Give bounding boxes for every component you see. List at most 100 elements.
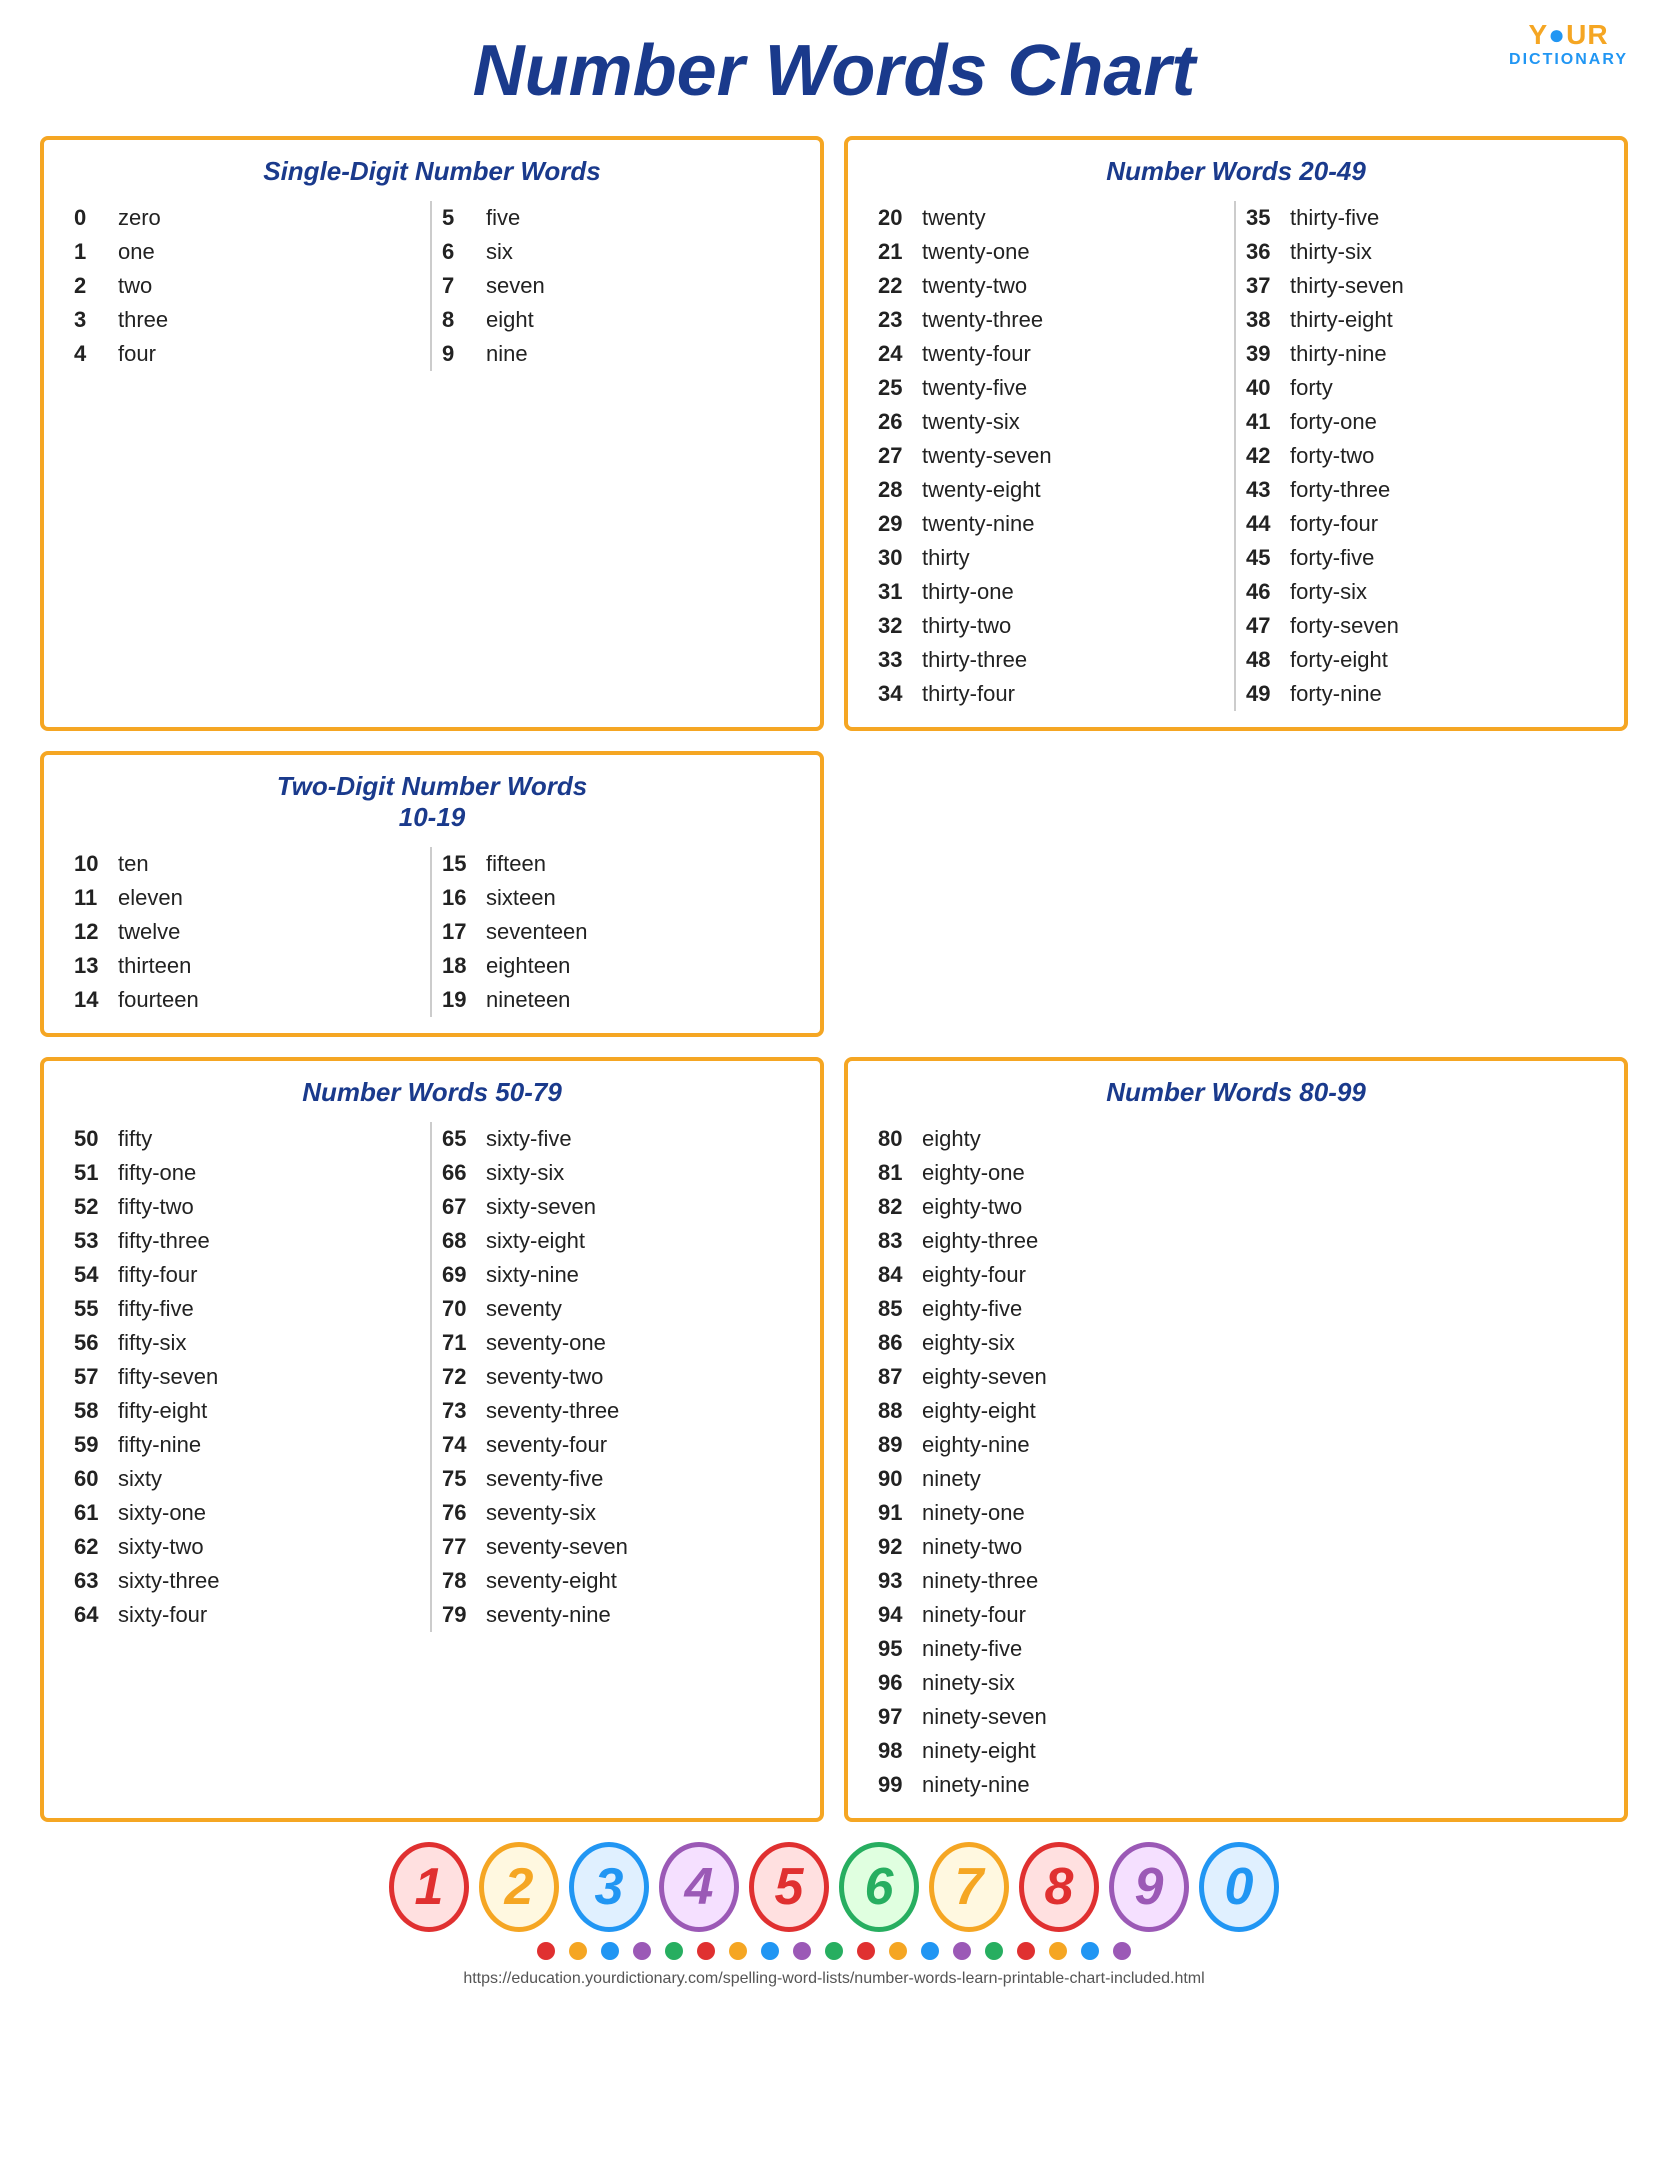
number: 20 <box>878 205 910 231</box>
word: sixty-two <box>118 1534 204 1560</box>
number: 32 <box>878 613 910 639</box>
dot <box>921 1942 939 1960</box>
number: 68 <box>442 1228 474 1254</box>
list-item: 50fifty <box>74 1122 420 1156</box>
word: eighty-five <box>922 1296 1022 1322</box>
word: fourteen <box>118 987 199 1013</box>
number: 57 <box>74 1364 106 1390</box>
list-item: 90ninety <box>878 1462 1594 1496</box>
word: twelve <box>118 919 180 945</box>
dot <box>1049 1942 1067 1960</box>
word: thirteen <box>118 953 191 979</box>
decorative-numbers: 1234567890 <box>40 1842 1628 1932</box>
list-item: 59fifty-nine <box>74 1428 420 1462</box>
list-item: 6six <box>442 235 790 269</box>
list-item: 45forty-five <box>1246 541 1594 575</box>
number: 52 <box>74 1194 106 1220</box>
single-digit-right-col: 5five6six7seven8eight9nine <box>432 201 800 371</box>
list-item: 48forty-eight <box>1246 643 1594 677</box>
number: 38 <box>1246 307 1278 333</box>
number: 36 <box>1246 239 1278 265</box>
word: thirty-two <box>922 613 1011 639</box>
list-item: 76 seventy-six <box>442 1496 790 1530</box>
list-item: 72seventy-two <box>442 1360 790 1394</box>
list-item: 74seventy-four <box>442 1428 790 1462</box>
word: thirty-four <box>922 681 1015 707</box>
list-item: 4four <box>74 337 420 371</box>
word: eighteen <box>486 953 570 979</box>
number: 8 <box>442 307 474 333</box>
number: 16 <box>442 885 474 911</box>
list-item: 2two <box>74 269 420 303</box>
word: ten <box>118 851 149 877</box>
word: sixty-four <box>118 1602 207 1628</box>
word: forty-eight <box>1290 647 1388 673</box>
list-item: 80eighty <box>878 1122 1594 1156</box>
number: 51 <box>74 1160 106 1186</box>
word: thirty-nine <box>1290 341 1387 367</box>
list-item: 3three <box>74 303 420 337</box>
decorative-digit: 6 <box>839 1842 919 1932</box>
list-item: 38thirty-eight <box>1246 303 1594 337</box>
number: 55 <box>74 1296 106 1322</box>
list-item: 18eighteen <box>442 949 790 983</box>
word: sixteen <box>486 885 556 911</box>
word: thirty-five <box>1290 205 1379 231</box>
word: forty-five <box>1290 545 1374 571</box>
word: forty <box>1290 375 1333 401</box>
word: eight <box>486 307 534 333</box>
list-item: 37thirty-seven <box>1246 269 1594 303</box>
word: eighty-eight <box>922 1398 1036 1424</box>
list-item: 8 eight <box>442 303 790 337</box>
number: 88 <box>878 1398 910 1424</box>
list-item: 19nineteen <box>442 983 790 1017</box>
word: fifty-three <box>118 1228 210 1254</box>
word: seventy-six <box>486 1500 596 1526</box>
two-digit-left-col: 10ten11eleven12twelve13thirteen14fourtee… <box>64 847 432 1017</box>
list-item: 66sixty-six <box>442 1156 790 1190</box>
list-item: 84eighty-four <box>878 1258 1594 1292</box>
word: eighty-six <box>922 1330 1015 1356</box>
word: sixty-seven <box>486 1194 596 1220</box>
list-item: 82eighty-two <box>878 1190 1594 1224</box>
number: 91 <box>878 1500 910 1526</box>
word: twenty-six <box>922 409 1020 435</box>
list-item: 64sixty-four <box>74 1598 420 1632</box>
word: twenty-three <box>922 307 1043 333</box>
word: forty-seven <box>1290 613 1399 639</box>
number: 66 <box>442 1160 474 1186</box>
logo-dictionary: DICTIONARY <box>1509 51 1628 69</box>
number: 14 <box>74 987 106 1013</box>
number: 58 <box>74 1398 106 1424</box>
number: 82 <box>878 1194 910 1220</box>
word: twenty-eight <box>922 477 1041 503</box>
number: 98 <box>878 1738 910 1764</box>
word: three <box>118 307 168 333</box>
word: ninety-six <box>922 1670 1015 1696</box>
list-item: 33thirty-three <box>878 643 1224 677</box>
number: 0 <box>74 205 106 231</box>
word: seven <box>486 273 545 299</box>
word: fifty-four <box>118 1262 197 1288</box>
word: six <box>486 239 513 265</box>
number: 50 <box>74 1126 106 1152</box>
number: 97 <box>878 1704 910 1730</box>
word: twenty-nine <box>922 511 1035 537</box>
number: 76 <box>442 1500 474 1526</box>
number: 65 <box>442 1126 474 1152</box>
word: seventy-nine <box>486 1602 611 1628</box>
list-item: 58fifty-eight <box>74 1394 420 1428</box>
word: ninety-two <box>922 1534 1022 1560</box>
dot <box>1017 1942 1035 1960</box>
list-item: 41forty-one <box>1246 405 1594 439</box>
list-item: 86 eighty-six <box>878 1326 1594 1360</box>
list-item: 93ninety-three <box>878 1564 1594 1598</box>
dot <box>729 1942 747 1960</box>
word: seventy-five <box>486 1466 603 1492</box>
number: 34 <box>878 681 910 707</box>
word: ninety-three <box>922 1568 1038 1594</box>
word: eighty-one <box>922 1160 1025 1186</box>
list-item: 91ninety-one <box>878 1496 1594 1530</box>
number: 86 <box>878 1330 910 1356</box>
word: twenty <box>922 205 986 231</box>
